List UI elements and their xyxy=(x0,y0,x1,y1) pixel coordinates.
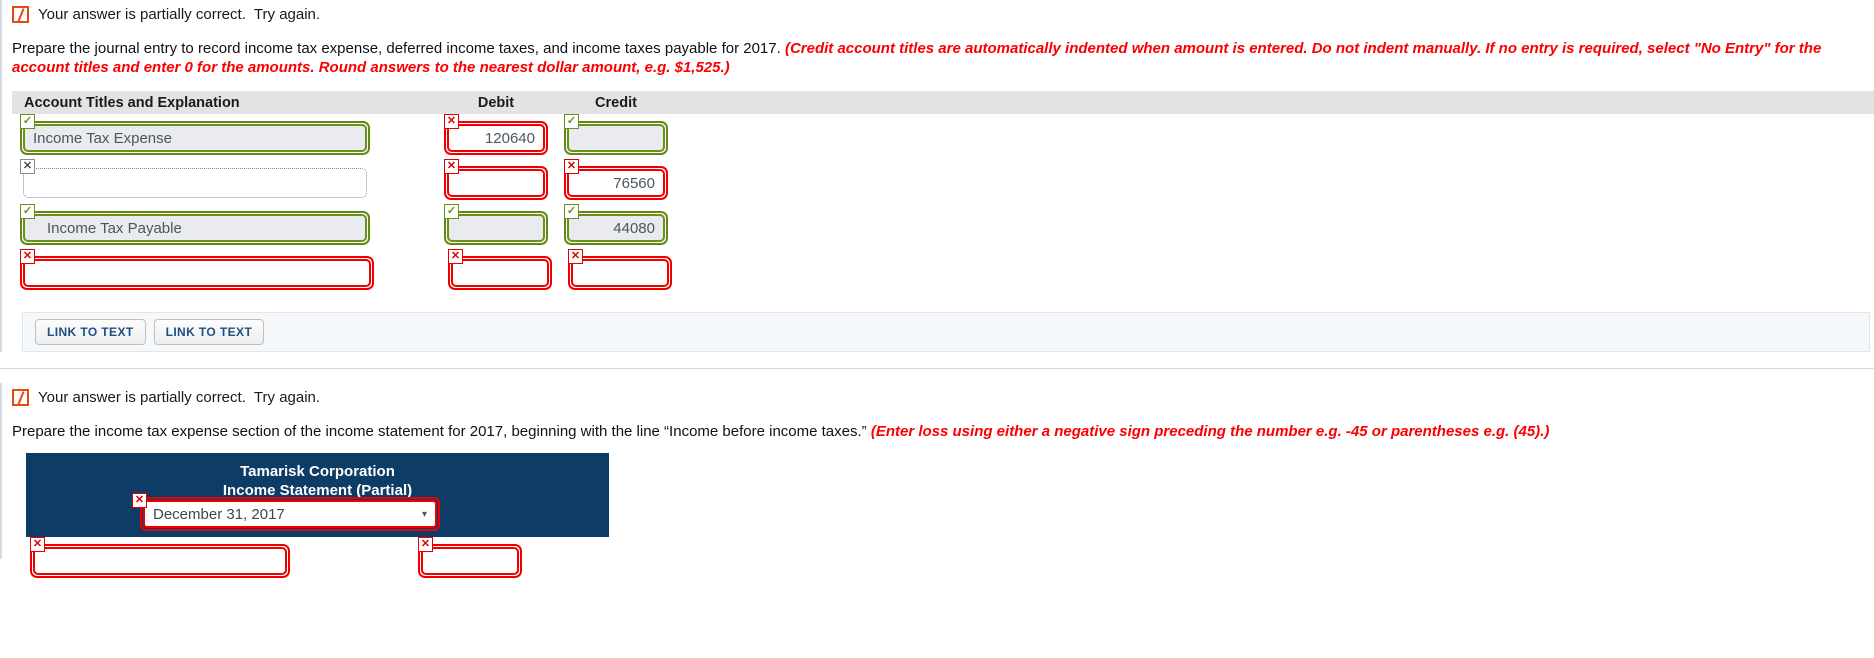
page-root: Your answer is partially correct. Try ag… xyxy=(0,0,1874,658)
question-2-block: Your answer is partially correct. Try ag… xyxy=(0,383,1874,578)
validation-badge-correct-icon: ✓ xyxy=(564,204,579,219)
question-1-block: Your answer is partially correct. Try ag… xyxy=(0,0,1874,352)
table-row: ✓ Income Tax Expense ✕ 120640 ✓ xyxy=(12,114,1874,159)
left-rule xyxy=(0,0,2,352)
question-1-status-text: Your answer is partially correct. Try ag… xyxy=(38,6,321,23)
debit-amount-input-row-1[interactable]: 120640 xyxy=(447,124,545,152)
link-to-text-bar: LINK TO TEXT LINK TO TEXT xyxy=(22,312,1870,352)
account-title-input-row-4[interactable] xyxy=(23,259,371,287)
journal-table-header: Account Titles and Explanation Debit Cre… xyxy=(12,91,1874,114)
column-header-credit: Credit xyxy=(595,94,637,111)
validation-badge-incorrect-icon: ✕ xyxy=(564,159,579,174)
statement-cell-account: ✕ xyxy=(26,537,416,578)
validation-badge-incorrect-icon: ✕ xyxy=(20,249,35,264)
account-title-input-row-1[interactable]: Income Tax Expense xyxy=(23,124,367,152)
validation-badge-incorrect-icon: ✕ xyxy=(444,159,459,174)
credit-amount-input-row-2[interactable]: 76560 xyxy=(567,169,665,197)
column-header-debit: Debit xyxy=(477,94,515,111)
validation-badge-incorrect-icon: ✕ xyxy=(132,493,147,508)
question-2-prompt: Prepare the income tax expense section o… xyxy=(12,422,1874,441)
table-row: ✕ ✕ ✕ 76560 xyxy=(12,159,1874,204)
validation-badge-incorrect-icon: ✕ xyxy=(30,537,45,552)
statement-amount-input-row-1[interactable] xyxy=(421,547,519,575)
validation-badge-correct-icon: ✓ xyxy=(20,114,35,129)
partial-correct-icon xyxy=(12,389,29,406)
link-to-text-button-1[interactable]: LINK TO TEXT xyxy=(35,319,146,345)
credit-amount-input-row-3[interactable]: 44080 xyxy=(567,214,665,242)
partial-correct-icon xyxy=(12,6,29,23)
table-row: ✓ Income Tax Payable ✓ ✓ 44080 xyxy=(12,204,1874,249)
income-statement-panel: Tamarisk Corporation Income Statement (P… xyxy=(26,453,609,578)
question-1-prompt: Prepare the journal entry to record inco… xyxy=(12,39,1874,77)
account-title-input-row-2[interactable] xyxy=(23,168,367,198)
validation-badge-incorrect-icon: ✕ xyxy=(448,249,463,264)
validation-badge-correct-icon: ✓ xyxy=(444,204,459,219)
column-header-account: Account Titles and Explanation xyxy=(24,94,240,111)
debit-amount-input-row-3[interactable] xyxy=(447,214,545,242)
question-2-prompt-main: Prepare the income tax expense section o… xyxy=(12,423,867,440)
question-2-prompt-note: (Enter loss using either a negative sign… xyxy=(870,423,1550,440)
credit-amount-input-row-4[interactable] xyxy=(571,259,669,287)
company-name: Tamarisk Corporation xyxy=(240,463,395,480)
validation-badge-correct-icon: ✓ xyxy=(564,114,579,129)
income-statement-header: Tamarisk Corporation Income Statement (P… xyxy=(26,453,609,537)
validation-badge-incorrect-icon: ✕ xyxy=(568,249,583,264)
debit-amount-input-row-4[interactable] xyxy=(451,259,549,287)
question-1-status: Your answer is partially correct. Try ag… xyxy=(12,0,1874,23)
period-select[interactable]: December 31, 2017 ▾ xyxy=(143,500,437,528)
period-select-value: December 31, 2017 xyxy=(153,505,285,523)
statement-account-input-row-1[interactable] xyxy=(33,547,287,575)
statement-cell-amount: ✕ xyxy=(416,537,536,578)
question-2-status: Your answer is partially correct. Try ag… xyxy=(12,383,1874,406)
section-divider xyxy=(0,368,1874,369)
journal-entry-table: Account Titles and Explanation Debit Cre… xyxy=(12,91,1874,294)
validation-badge-incorrect-icon: ✕ xyxy=(418,537,433,552)
table-row: ✕ ✕ ✕ xyxy=(12,249,1874,294)
validation-badge-incorrect-icon: ✕ xyxy=(444,114,459,129)
question-1-prompt-main: Prepare the journal entry to record inco… xyxy=(12,40,781,57)
chevron-down-icon: ▾ xyxy=(421,508,427,520)
table-row: ✕ ✕ xyxy=(26,537,609,578)
left-rule xyxy=(0,383,2,559)
credit-amount-input-row-1[interactable] xyxy=(567,124,665,152)
validation-badge-incorrect-icon: ✕ xyxy=(20,159,35,174)
question-2-status-text: Your answer is partially correct. Try ag… xyxy=(38,389,321,406)
validation-badge-correct-icon: ✓ xyxy=(20,204,35,219)
debit-amount-input-row-2[interactable] xyxy=(447,169,545,197)
link-to-text-button-2[interactable]: LINK TO TEXT xyxy=(153,319,265,345)
account-title-input-row-3[interactable]: Income Tax Payable xyxy=(23,214,367,242)
